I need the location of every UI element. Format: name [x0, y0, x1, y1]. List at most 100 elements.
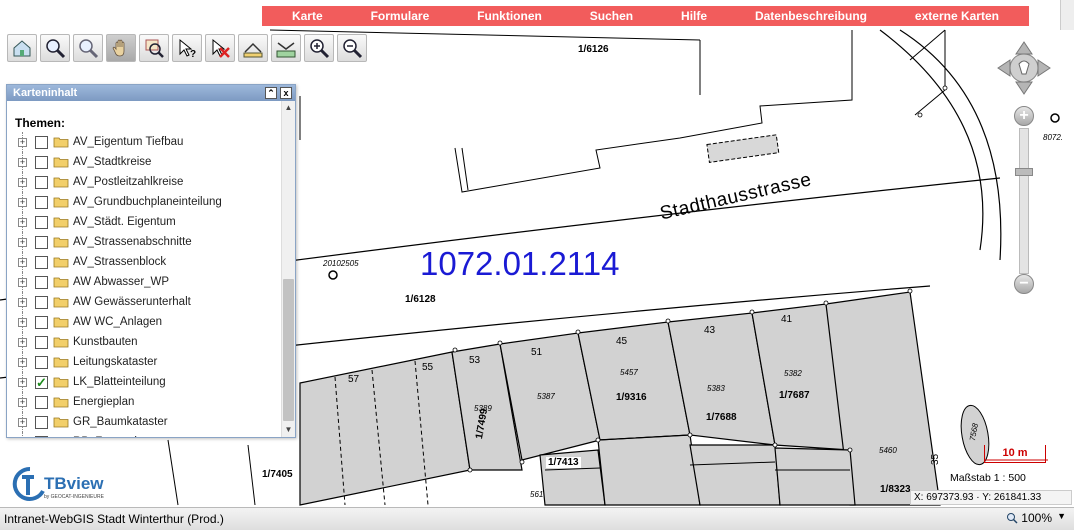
- menu-formulare[interactable]: Formulare: [371, 9, 430, 23]
- zoom-window-button[interactable]: [139, 34, 169, 62]
- layer-name: AV_Städt. Eigentum: [73, 216, 176, 228]
- expand-icon[interactable]: +: [18, 357, 27, 367]
- layer-row[interactable]: + AV_Strassenblock: [15, 252, 281, 272]
- layer-name: AW WC_Anlagen: [73, 316, 163, 328]
- layer-name: AV_Strassenabschnitte: [73, 236, 192, 248]
- layer-row[interactable]: + AV_Grundbuchplaneinteilung: [15, 192, 281, 212]
- expand-icon[interactable]: +: [18, 417, 27, 427]
- layer-row[interactable]: + ✓ LK_Blatteinteilung: [15, 372, 281, 392]
- panel-scrollbar[interactable]: ▲ ▼: [281, 101, 295, 437]
- building-id: 5382: [784, 369, 802, 378]
- layer-checkbox[interactable]: [35, 235, 48, 249]
- folder-icon: [53, 237, 69, 248]
- layer-checkbox[interactable]: [35, 215, 48, 229]
- scroll-down-icon[interactable]: ▼: [282, 423, 295, 437]
- layer-row[interactable]: +RP_Zonenplan: [15, 432, 281, 437]
- expand-icon[interactable]: +: [18, 297, 27, 307]
- expand-icon[interactable]: +: [18, 377, 27, 387]
- measure-area-button[interactable]: [271, 34, 301, 62]
- expand-icon[interactable]: +: [18, 317, 27, 327]
- folder-icon: [53, 217, 69, 228]
- menu-externe-karten[interactable]: externe Karten: [915, 9, 999, 23]
- scroll-up-icon[interactable]: ▲: [282, 101, 295, 115]
- house-number: 55: [422, 362, 434, 373]
- layer-checkbox[interactable]: [35, 275, 48, 289]
- zoom-out-glass-button[interactable]: [40, 34, 70, 62]
- layer-row[interactable]: + Energieplan: [15, 392, 281, 412]
- layer-row[interactable]: + AV_Eigentum Tiefbau: [15, 132, 281, 152]
- layer-checkbox[interactable]: ✓: [35, 375, 48, 389]
- layer-row[interactable]: + AW Gewässerunterhalt: [15, 292, 281, 312]
- expand-icon[interactable]: +: [18, 197, 27, 207]
- menu-suchen[interactable]: Suchen: [590, 9, 633, 23]
- layer-checkbox[interactable]: [35, 295, 48, 309]
- status-bar: Intranet-WebGIS Stadt Winterthur (Prod.)…: [0, 507, 1074, 530]
- zoom-level[interactable]: 100%: [1006, 511, 1052, 525]
- layer-row[interactable]: + AW WC_Anlagen: [15, 312, 281, 332]
- scale-bar: 10 m: [984, 445, 1046, 463]
- clear-selection-icon: [212, 38, 230, 58]
- layer-name: AV_Strassenblock: [73, 256, 167, 268]
- layer-row[interactable]: + AV_Postleitzahlkreise: [15, 172, 281, 192]
- layer-row[interactable]: + GR_Baumkataster: [15, 412, 281, 432]
- measure-line-button[interactable]: [238, 34, 268, 62]
- layer-checkbox[interactable]: [35, 435, 48, 437]
- expand-icon[interactable]: +: [18, 177, 27, 187]
- window-scrollbar-stub[interactable]: [1060, 0, 1074, 30]
- pan-navigation-pad[interactable]: [996, 40, 1052, 96]
- menu-hilfe[interactable]: Hilfe: [681, 9, 707, 23]
- zoom-slider[interactable]: + −: [1013, 106, 1035, 296]
- expand-icon[interactable]: +: [18, 257, 27, 267]
- parcel-label: 1/7687: [779, 390, 810, 401]
- panel-header[interactable]: Karteninhalt ⌃ x: [7, 85, 295, 101]
- zoom-plus-icon[interactable]: +: [1014, 106, 1034, 126]
- zoom-window-icon: [145, 39, 164, 58]
- layer-checkbox[interactable]: [35, 395, 48, 409]
- expand-icon[interactable]: +: [18, 157, 27, 167]
- zoom-minus-icon[interactable]: −: [1014, 274, 1034, 294]
- menu-funktionen[interactable]: Funktionen: [477, 9, 542, 23]
- folder-icon: [53, 377, 69, 388]
- close-icon[interactable]: x: [280, 87, 292, 99]
- zoom-out-button[interactable]: [337, 34, 367, 62]
- home-button[interactable]: [7, 34, 37, 62]
- layer-list: + AV_Eigentum Tiefbau + AV_Stadtkreise + AV_P…: [15, 132, 281, 437]
- layer-row[interactable]: + AV_Stadtkreise: [15, 152, 281, 172]
- logo-name: TBview: [44, 474, 104, 493]
- expand-icon[interactable]: +: [18, 137, 27, 147]
- layer-checkbox[interactable]: [35, 355, 48, 369]
- menu-karte[interactable]: Karte: [292, 9, 323, 23]
- menu-datenbeschreibung[interactable]: Datenbeschreibung: [755, 9, 867, 23]
- layer-checkbox[interactable]: [35, 335, 48, 349]
- collapse-icon[interactable]: ⌃: [265, 87, 277, 99]
- zoom-in-glass-button[interactable]: [73, 34, 103, 62]
- layer-row[interactable]: + AW Abwasser_WP: [15, 272, 281, 292]
- layer-checkbox[interactable]: [35, 195, 48, 209]
- svg-text:?: ?: [190, 49, 196, 59]
- scroll-thumb[interactable]: [283, 279, 294, 421]
- info-button[interactable]: ?: [172, 34, 202, 62]
- zoom-handle[interactable]: [1015, 168, 1033, 176]
- zoom-dropdown-icon[interactable]: ▼: [1057, 511, 1066, 521]
- expand-icon[interactable]: +: [18, 397, 27, 407]
- layer-checkbox[interactable]: [35, 175, 48, 189]
- layer-checkbox[interactable]: [35, 315, 48, 329]
- expand-icon[interactable]: +: [18, 337, 27, 347]
- expand-icon[interactable]: +: [18, 217, 27, 227]
- parcel-block-west: [299, 351, 471, 506]
- layer-checkbox[interactable]: [35, 255, 48, 269]
- layer-row[interactable]: + Kunstbauten: [15, 332, 281, 352]
- clear-selection-button[interactable]: [205, 34, 235, 62]
- layer-checkbox[interactable]: [35, 135, 48, 149]
- expand-icon[interactable]: +: [18, 277, 27, 287]
- layer-row[interactable]: + AV_Städt. Eigentum: [15, 212, 281, 232]
- pan-button[interactable]: [106, 34, 136, 62]
- layer-row[interactable]: + Leitungskataster: [15, 352, 281, 372]
- layer-row[interactable]: + AV_Strassenabschnitte: [15, 232, 281, 252]
- zoom-track[interactable]: [1019, 128, 1029, 274]
- zoom-in-button[interactable]: [304, 34, 334, 62]
- layer-checkbox[interactable]: [35, 155, 48, 169]
- building-id: 5387: [537, 392, 555, 401]
- layer-checkbox[interactable]: [35, 415, 48, 429]
- expand-icon[interactable]: +: [18, 237, 27, 247]
